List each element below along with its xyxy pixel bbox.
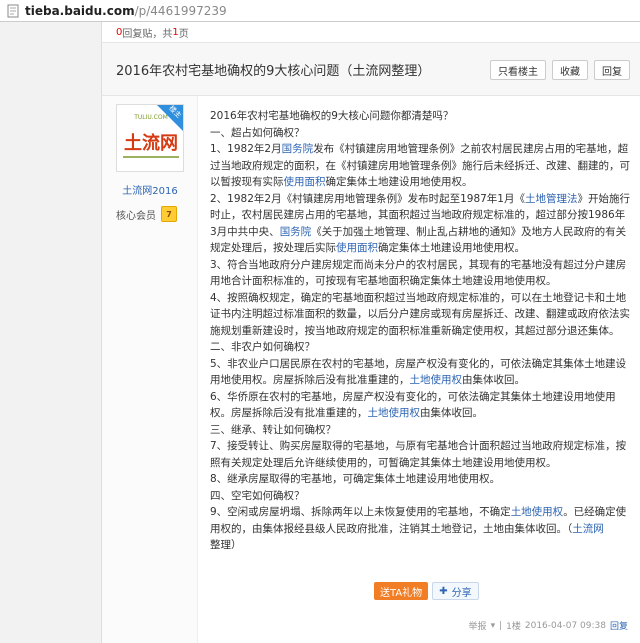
post-footer: 举报 ▾ | 1楼 2016-04-07 09:38 回复: [465, 619, 628, 633]
member-row: 核心会员 7: [116, 206, 177, 222]
browser-address-bar[interactable]: tieba.baidu.com/p/4461997239: [0, 0, 640, 22]
thread-actions: 只看楼主 收藏 回复: [484, 60, 630, 80]
content-line: 2016年农村宅基地确权的9大核心问题你都清楚吗？: [210, 110, 454, 122]
member-label: 核心会员: [116, 210, 156, 222]
content-paragraph: 9、空闲或房屋坍塌、拆除两年以上未恢复使用的宅基地，不确定土地使用权。已经确定使…: [210, 506, 627, 551]
content-paragraph: 2、1982年2月《村镇建房用地管理条例》发布时起至1987年1月《土地管理法》…: [210, 192, 630, 255]
thread-title-bar: 2016年农村宅基地确权的9大核心问题（土流网整理） 只看楼主 收藏 回复: [101, 42, 640, 96]
content-link[interactable]: 土地使用权: [511, 506, 564, 518]
avatar[interactable]: TULIU.COM 土流网 楼主: [116, 104, 184, 172]
section-heading: 二、非农户如何确权？: [210, 341, 315, 353]
section-heading: 一、超占如何确权？: [210, 126, 305, 139]
thread-stats: 0 回复贴，共 1 页: [101, 22, 640, 42]
page-label: 页: [178, 28, 189, 40]
report-link[interactable]: 举报: [469, 619, 487, 632]
reply-button[interactable]: 回复: [594, 60, 630, 80]
content-link[interactable]: 使用面积: [336, 242, 378, 254]
author-name[interactable]: 土流网2016: [102, 182, 198, 197]
content-link[interactable]: 土地使用权: [410, 374, 463, 386]
content-paragraph: 7、接受转让、购买房屋取得的宅基地，与原有宅基地合计面积超过当地政府规定标准，按…: [210, 440, 627, 469]
share-button[interactable]: ✚ 分享: [432, 582, 479, 600]
author-column: TULIU.COM 土流网 楼主 土流网2016 核心会员 7: [102, 96, 198, 643]
chevron-down-icon[interactable]: ▾: [491, 621, 496, 631]
divider: |: [499, 620, 503, 631]
floor-number: 1楼: [506, 622, 521, 632]
content-link[interactable]: 土流网: [572, 523, 604, 535]
content-paragraph: 5、非农业户口居民原在农村的宅基地，房屋产权没有变化的，可依法确定其集体土地建设…: [210, 357, 627, 387]
section-heading: 三、继承、转让如何确权？: [210, 423, 336, 436]
gift-button[interactable]: 送TA礼物: [374, 582, 429, 600]
favorite-button[interactable]: 收藏: [552, 60, 588, 80]
plus-icon: ✚: [439, 585, 448, 597]
content-paragraph: 3、符合当地政府分户建房规定而尚未分户的农村居民，其现有的宅基地没有超过分户建房…: [210, 258, 627, 288]
content-paragraph: 1、1982年2月国务院发布《村镇建房用地管理条例》之前农村居民建房占用的宅基地…: [210, 143, 630, 188]
content-link[interactable]: 土地管理法: [525, 193, 578, 205]
content-link[interactable]: 土地使用权: [368, 407, 421, 419]
section-heading: 四、空宅如何确权？: [210, 489, 305, 502]
share-label: 分享: [451, 587, 472, 599]
content-paragraph: 8、继承房屋取得的宅基地，可确定集体土地建设用地使用权。: [210, 473, 501, 485]
level-badge[interactable]: 7: [161, 206, 177, 222]
post-datetime: 2016-04-07 09:38: [524, 620, 606, 631]
reply-label: 回复贴，共: [122, 28, 173, 40]
logo-main-text: 土流网: [124, 132, 178, 154]
content-link[interactable]: 国务院: [282, 143, 314, 155]
post-floor-1: TULIU.COM 土流网 楼主 土流网2016 核心会员 7 2016年农村宅…: [101, 96, 640, 643]
content-link[interactable]: 使用面积: [284, 176, 326, 188]
post-content: 2016年农村宅基地确权的9大核心问题你都清楚吗？ 一、超占如何确权？ 1、19…: [210, 108, 630, 554]
url-path: /p/4461997239: [134, 3, 227, 18]
post-actions: 送TA礼物 ✚ 分享: [374, 582, 479, 600]
only-op-button[interactable]: 只看楼主: [490, 60, 546, 80]
content-paragraph: 4、按照确权规定，确定的宅基地面积超过当地政府规定标准的，可以在土地登记卡和土地…: [210, 291, 630, 337]
content-paragraph: 6、华侨原在农村的宅基地，房屋产权没有变化的，可依法确定其集体土地建设用地使用权…: [210, 390, 616, 420]
content-link[interactable]: 国务院: [280, 226, 312, 238]
url-host: tieba.baidu.com: [25, 3, 135, 18]
thread-title: 2016年农村宅基地确权的9大核心问题（土流网整理）: [116, 63, 431, 79]
page-icon: [7, 4, 19, 17]
post-reply-link[interactable]: 回复: [610, 619, 628, 632]
